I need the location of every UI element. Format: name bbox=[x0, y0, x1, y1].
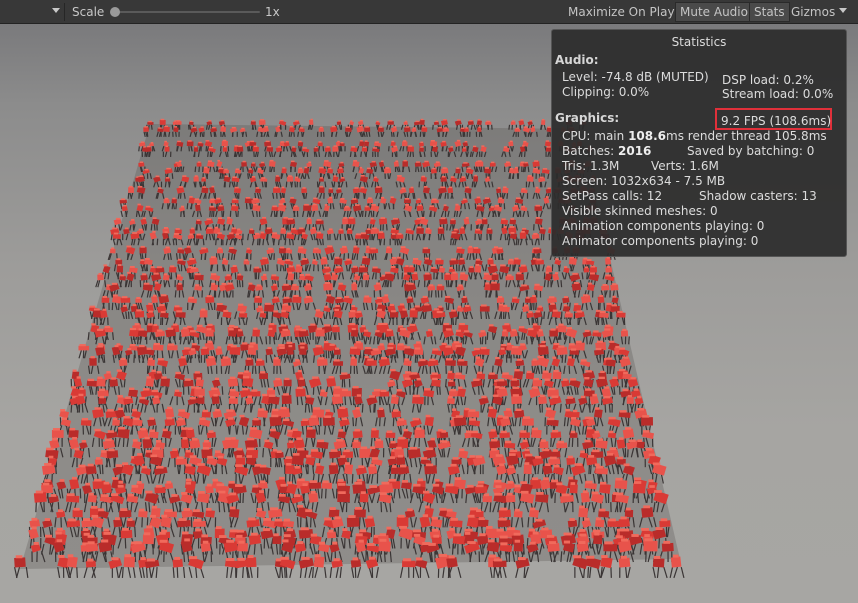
audio-clipping: Clipping: 0.0% bbox=[562, 85, 650, 99]
verts-count: Verts: 1.6M bbox=[651, 159, 719, 173]
crowd-object bbox=[540, 118, 547, 130]
crowd-object bbox=[252, 145, 259, 158]
crowd-object bbox=[139, 245, 147, 260]
scale-slider-handle[interactable] bbox=[110, 7, 120, 17]
cpu-main-ms: 108.6 bbox=[628, 129, 667, 143]
dsp-load: DSP load: 0.2% bbox=[722, 73, 814, 87]
statistics-title: Statistics bbox=[671, 35, 727, 49]
fps-value: 9.2 FPS (108.6ms) bbox=[721, 114, 832, 128]
setpass-calls: SetPass calls: 12 bbox=[562, 189, 663, 203]
audio-heading: Audio: bbox=[555, 53, 599, 67]
stats-button[interactable]: Stats bbox=[749, 2, 790, 22]
cpu-prefix: CPU: main bbox=[562, 129, 629, 143]
crowd-object bbox=[437, 226, 445, 241]
shadow-casters: Shadow casters: 13 bbox=[699, 189, 817, 203]
animator-components: Animator components playing: 0 bbox=[562, 234, 759, 248]
crowd-object bbox=[406, 145, 415, 158]
screen-info: Screen: 1032x634 - 7.5 MB bbox=[562, 174, 726, 188]
statistics-panel: Statistics Audio: Level: -74.8 dB (MUTED… bbox=[551, 29, 847, 257]
crowd-object bbox=[652, 555, 668, 579]
mute-audio-button[interactable]: Mute Audio bbox=[675, 2, 753, 22]
cpu-stats: CPU: main 108.6ms render thread 105.8ms bbox=[562, 129, 827, 143]
audio-level: Level: -74.8 dB (MUTED) bbox=[562, 70, 709, 84]
toolbar-separator bbox=[64, 3, 65, 21]
crowd-object bbox=[117, 426, 130, 448]
maximize-on-play-button[interactable]: Maximize On Play bbox=[564, 2, 679, 22]
crowd-object bbox=[399, 558, 416, 579]
scale-slider-track[interactable] bbox=[112, 11, 260, 13]
crowd-object bbox=[220, 125, 227, 137]
animation-components: Animation components playing: 0 bbox=[562, 219, 765, 233]
batches-prefix: Batches: bbox=[562, 144, 618, 158]
crowd-object bbox=[205, 120, 214, 130]
crowd-object bbox=[518, 119, 525, 130]
crowd-object bbox=[328, 462, 339, 484]
batches-stats: Batches: 2016 bbox=[562, 144, 651, 158]
crowd-object bbox=[245, 555, 259, 578]
batches-count: 2016 bbox=[618, 144, 652, 158]
gizmos-button[interactable]: Gizmos bbox=[787, 2, 839, 22]
scale-value: 1x bbox=[265, 5, 280, 19]
crowd-object bbox=[669, 554, 685, 579]
crowd-object bbox=[121, 554, 136, 579]
tris-count: Tris: 1.3M bbox=[562, 159, 620, 173]
cpu-suffix: ms render thread 105.8ms bbox=[666, 129, 827, 143]
saved-by-batching: Saved by batching: 0 bbox=[687, 144, 815, 158]
display-dropdown-arrow-icon[interactable] bbox=[52, 8, 60, 13]
visible-skinned-meshes: Visible skinned meshes: 0 bbox=[562, 204, 718, 218]
crowd-object bbox=[600, 555, 613, 579]
scale-label: Scale bbox=[72, 5, 105, 19]
crowd-object bbox=[83, 558, 97, 579]
game-view-toolbar: Scale 1x Maximize On Play Mute Audio Sta… bbox=[0, 0, 858, 24]
crowd-object bbox=[144, 558, 160, 579]
graphics-heading: Graphics: bbox=[555, 111, 620, 125]
crowd-object bbox=[350, 557, 362, 579]
stream-load: Stream load: 0.0% bbox=[722, 87, 834, 101]
crowd-object bbox=[143, 126, 149, 138]
crowd-object bbox=[618, 555, 631, 579]
gizmos-dropdown-arrow-icon[interactable] bbox=[839, 8, 847, 13]
